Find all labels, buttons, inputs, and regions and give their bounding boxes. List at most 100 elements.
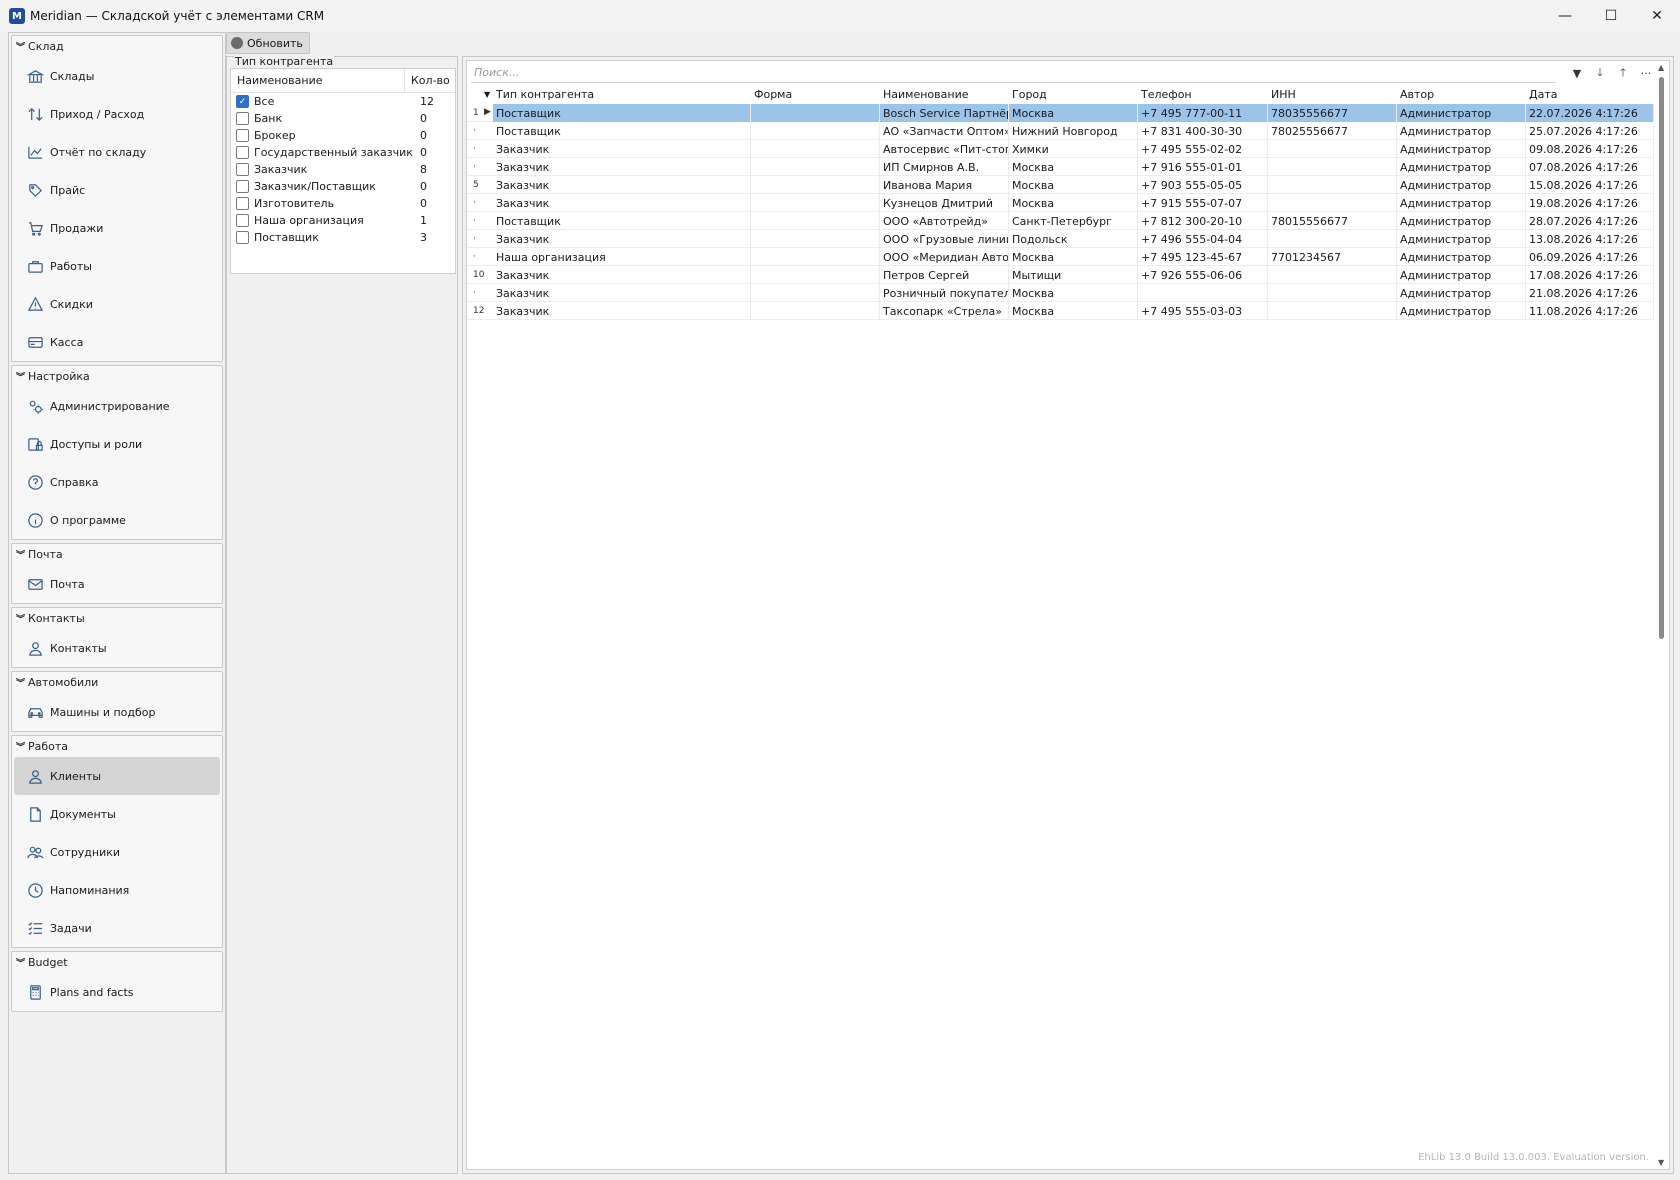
table-cell[interactable]: Заказчик — [493, 284, 751, 302]
filter-checkbox[interactable] — [236, 163, 249, 176]
nav-item[interactable]: Машины и подбор — [14, 693, 220, 731]
nav-item[interactable]: Продажи — [14, 209, 220, 247]
table-cell[interactable]: +7 496 555-04-04 — [1138, 230, 1268, 248]
table-cell[interactable]: +7 926 555-06-06 — [1138, 266, 1268, 284]
table-cell[interactable]: Заказчик — [493, 230, 751, 248]
table-cell[interactable]: Администратор — [1397, 212, 1526, 230]
table-cell[interactable]: +7 915 555-07-07 — [1138, 194, 1268, 212]
table-cell[interactable] — [751, 284, 880, 302]
table-cell[interactable]: Администратор — [1397, 140, 1526, 158]
nav-item[interactable]: Склады — [14, 57, 220, 95]
table-row[interactable]: · Наша организация ООО «Меридиан Автоз Моск… — [467, 248, 1654, 266]
table-cell[interactable]: Администратор — [1397, 176, 1526, 194]
table-cell[interactable]: Администратор — [1397, 230, 1526, 248]
table-cell[interactable]: 15.08.2026 4:17:26 — [1526, 176, 1654, 194]
table-cell[interactable] — [1268, 140, 1397, 158]
search-input[interactable]: Поиск... — [471, 63, 1556, 83]
table-cell[interactable]: Розничный покупатель — [880, 284, 1009, 302]
column-header[interactable]: Город — [1009, 85, 1138, 104]
table-cell[interactable]: 78035556677 — [1268, 104, 1397, 122]
column-header[interactable]: Дата — [1526, 85, 1654, 104]
table-cell[interactable]: 22.07.2026 4:17:26 — [1526, 104, 1654, 122]
vertical-scrollbar[interactable]: ▲ ▼ — [1655, 61, 1669, 1169]
table-cell[interactable]: Москва — [1009, 176, 1138, 194]
filter-checkbox[interactable]: ✓ — [236, 95, 249, 108]
table-row[interactable]: · Заказчик ООО «Грузовые линии» Подольск +7 … — [467, 230, 1654, 248]
table-cell[interactable]: 78015556677 — [1268, 212, 1397, 230]
collapse-icon[interactable]: ︾ — [16, 740, 25, 753]
table-cell[interactable]: Администратор — [1397, 248, 1526, 266]
nav-item[interactable]: Напоминания — [14, 871, 220, 909]
table-cell[interactable]: Химки — [1009, 140, 1138, 158]
table-cell[interactable]: 78025556677 — [1268, 122, 1397, 140]
table-cell[interactable]: Кузнецов Дмитрий — [880, 194, 1009, 212]
nav-item[interactable]: Справка — [14, 463, 220, 501]
table-cell[interactable] — [751, 140, 880, 158]
filter-col-name[interactable]: Наименование — [231, 69, 405, 92]
nav-item[interactable]: Скидки — [14, 285, 220, 323]
filter-checkbox[interactable] — [236, 231, 249, 244]
table-cell[interactable]: Нижний Новгород — [1009, 122, 1138, 140]
table-cell[interactable]: Поставщик — [493, 212, 751, 230]
table-cell[interactable] — [1268, 284, 1397, 302]
table-cell[interactable]: АО «Запчасти Оптом» — [880, 122, 1009, 140]
table-row[interactable]: · Заказчик Розничный покупатель Москва Админ… — [467, 284, 1654, 302]
table-cell[interactable]: 13.08.2026 4:17:26 — [1526, 230, 1654, 248]
table-row[interactable]: 1 ▶ Поставщик Bosch Service Партнёр Москва +7… — [467, 104, 1654, 122]
arrow-up-icon[interactable]: 🡑 — [1613, 65, 1633, 81]
table-cell[interactable]: +7 916 555-01-01 — [1138, 158, 1268, 176]
table-cell[interactable]: 21.08.2026 4:17:26 — [1526, 284, 1654, 302]
table-cell[interactable]: Заказчик — [493, 176, 751, 194]
table-cell[interactable]: ООО «Грузовые линии» — [880, 230, 1009, 248]
filter-row[interactable]: ✓ Все 12 — [231, 93, 455, 110]
table-cell[interactable] — [751, 158, 880, 176]
nav-item[interactable]: Контакты — [14, 629, 220, 667]
collapse-icon[interactable]: ︾ — [16, 370, 25, 383]
table-cell[interactable]: Москва — [1009, 158, 1138, 176]
filter-icon[interactable]: ▼ — [1567, 65, 1587, 81]
filter-checkbox[interactable] — [236, 146, 249, 159]
table-cell[interactable] — [751, 194, 880, 212]
nav-item[interactable]: Администрирование — [14, 387, 220, 425]
table-cell[interactable] — [751, 230, 880, 248]
table-cell[interactable] — [751, 212, 880, 230]
table-cell[interactable] — [1268, 230, 1397, 248]
nav-item[interactable]: Работы — [14, 247, 220, 285]
filter-row[interactable]: Заказчик/Поставщик 0 — [231, 178, 455, 195]
filter-row[interactable]: Наша организация 1 — [231, 212, 455, 229]
nav-group-header[interactable]: ︾ Budget — [12, 952, 222, 973]
table-cell[interactable] — [1268, 194, 1397, 212]
column-header[interactable]: Телефон — [1138, 85, 1268, 104]
filter-row[interactable]: Банк 0 — [231, 110, 455, 127]
table-cell[interactable]: 09.08.2026 4:17:26 — [1526, 140, 1654, 158]
minimize-button[interactable]: — — [1542, 0, 1588, 32]
more-icon[interactable]: ··· — [1636, 65, 1656, 81]
table-cell[interactable]: Администратор — [1397, 122, 1526, 140]
table-cell[interactable]: Администратор — [1397, 284, 1526, 302]
collapse-icon[interactable]: ︾ — [16, 40, 25, 53]
table-cell[interactable]: Поставщик — [493, 122, 751, 140]
table-cell[interactable]: 28.07.2026 4:17:26 — [1526, 212, 1654, 230]
filter-row[interactable]: Брокер 0 — [231, 127, 455, 144]
column-header[interactable]: ИНН — [1268, 85, 1397, 104]
scroll-down-icon[interactable]: ▼ — [1658, 1158, 1664, 1167]
table-cell[interactable] — [751, 104, 880, 122]
table-cell[interactable] — [1268, 176, 1397, 194]
nav-item[interactable]: Доступы и роли — [14, 425, 220, 463]
filter-row[interactable]: Изготовитель 0 — [231, 195, 455, 212]
filter-row[interactable]: Поставщик 3 — [231, 229, 455, 246]
filter-row[interactable]: Государственный заказчик 0 — [231, 144, 455, 161]
table-cell[interactable]: Москва — [1009, 248, 1138, 266]
table-cell[interactable]: 07.08.2026 4:17:26 — [1526, 158, 1654, 176]
table-cell[interactable]: Заказчик — [493, 266, 751, 284]
table-cell[interactable]: Заказчик — [493, 302, 751, 320]
table-cell[interactable] — [1138, 284, 1268, 302]
nav-group-header[interactable]: ︾ Автомобили — [12, 672, 222, 693]
nav-item[interactable]: Клиенты — [14, 757, 220, 795]
table-cell[interactable]: Администратор — [1397, 104, 1526, 122]
table-cell[interactable]: Таксопарк «Стрела» — [880, 302, 1009, 320]
table-row[interactable]: · Заказчик Кузнецов Дмитрий Москва +7 915 55… — [467, 194, 1654, 212]
table-cell[interactable]: 19.08.2026 4:17:26 — [1526, 194, 1654, 212]
table-cell[interactable]: +7 831 400-30-30 — [1138, 122, 1268, 140]
table-cell[interactable]: +7 495 123-45-67 — [1138, 248, 1268, 266]
